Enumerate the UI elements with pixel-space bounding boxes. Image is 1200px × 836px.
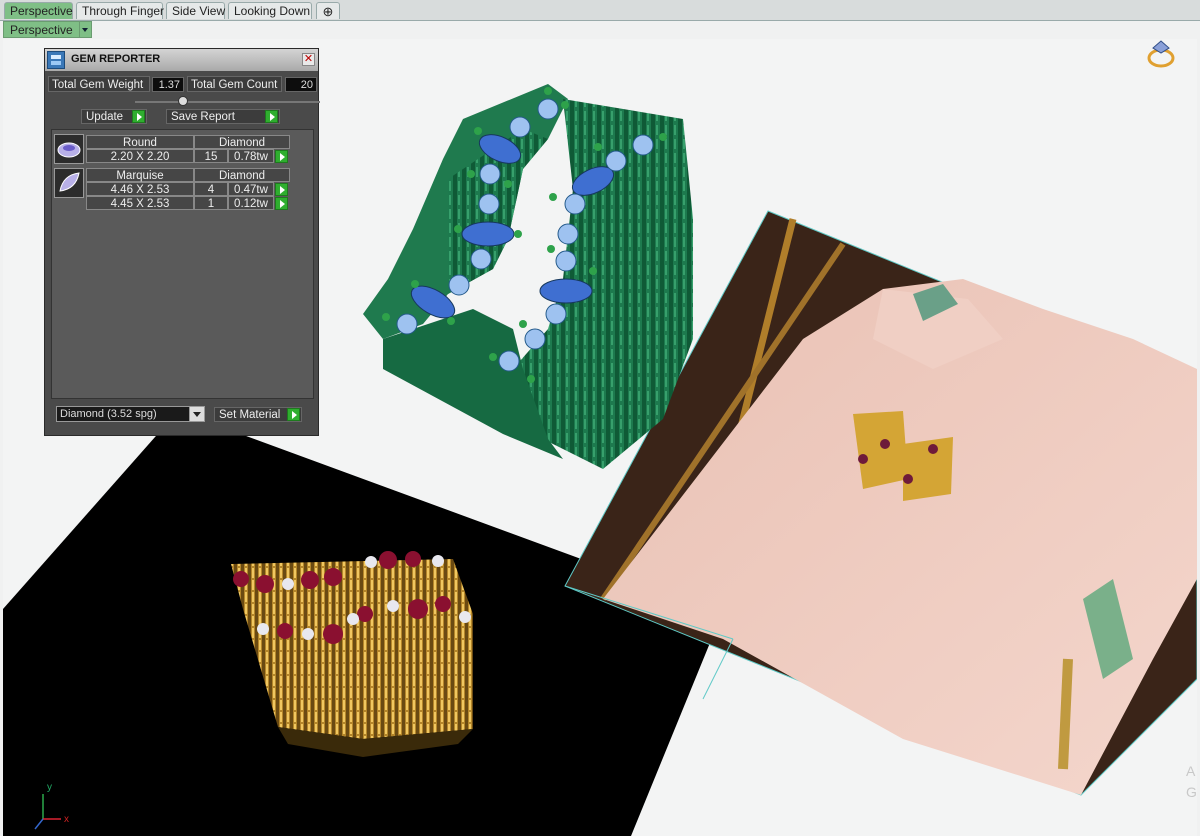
marquise-gem-thumbnail[interactable] — [54, 168, 84, 198]
gem-material: Diamond — [194, 168, 290, 182]
gem-weight: 0.78tw — [228, 149, 274, 163]
tab-side-view[interactable]: Side View — [166, 2, 225, 19]
gem-count: 4 — [194, 182, 228, 196]
view-dropdown[interactable]: Perspective — [3, 21, 80, 38]
gem-count: 1 — [194, 196, 228, 210]
select-gems-button[interactable] — [275, 150, 288, 163]
green-cad-ring-model — [363, 84, 693, 469]
update-button-label: Update — [86, 111, 124, 123]
save-report-button-label: Save Report — [171, 111, 235, 123]
total-gem-count-value: 20 — [285, 76, 317, 92]
gem-reporter-titlebar[interactable]: GEM REPORTER ✕ — [45, 49, 318, 71]
add-tab-button[interactable]: ⊕ — [316, 2, 340, 19]
slider-knob[interactable] — [178, 96, 188, 106]
select-gems-button[interactable] — [275, 197, 288, 210]
ring-preview-icon — [1147, 40, 1175, 68]
tab-perspective[interactable]: Perspective — [4, 2, 73, 19]
gem-size: 2.20 X 2.20 — [86, 149, 194, 163]
tab-through-finger[interactable]: Through Finger — [76, 2, 164, 19]
gem-shape-marquise: Marquise — [86, 168, 194, 182]
gem-size: 4.46 X 2.53 — [86, 182, 194, 196]
play-icon — [287, 408, 300, 421]
gem-count: 15 — [194, 149, 228, 163]
total-gem-weight-value: 1.37 — [152, 76, 184, 92]
gem-size: 4.45 X 2.53 — [86, 196, 194, 210]
axis-y-label: y — [47, 782, 52, 793]
select-gems-button[interactable] — [275, 183, 288, 196]
gem-weight: 0.47tw — [228, 182, 274, 196]
close-icon[interactable]: ✕ — [302, 53, 315, 66]
set-material-button-label: Set Material — [219, 409, 281, 421]
gem-reporter-logo-icon — [47, 51, 65, 69]
chevron-down-icon[interactable] — [189, 407, 204, 421]
material-select-value: Diamond (3.52 spg) — [60, 408, 157, 420]
play-icon — [132, 110, 145, 123]
round-gem-thumbnail[interactable] — [54, 134, 84, 164]
view-tab-bar: Perspective Through Finger Side View Loo… — [0, 0, 1200, 21]
gem-weight: 0.12tw — [228, 196, 274, 210]
update-button[interactable]: Update — [81, 109, 147, 124]
tab-looking-down[interactable]: Looking Down — [228, 2, 312, 19]
watermark-line-2: G — [1186, 784, 1197, 800]
gem-reporter-panel: GEM REPORTER ✕ Total Gem Weight 1.37 Tot… — [44, 48, 320, 436]
play-icon — [265, 110, 278, 123]
view-selector: Perspective — [3, 21, 92, 38]
watermark-line-1: A — [1186, 763, 1196, 779]
gem-shape-round: Round — [86, 135, 194, 149]
save-report-button[interactable]: Save Report — [166, 109, 280, 124]
gem-list: Round Diamond 2.20 X 2.20 15 0.78tw Marq… — [51, 129, 314, 399]
set-material-button[interactable]: Set Material — [214, 407, 302, 422]
axis-x-label: x — [64, 814, 69, 825]
chevron-down-icon[interactable] — [79, 21, 92, 38]
gem-material: Diamond — [194, 135, 290, 149]
total-gem-weight-label: Total Gem Weight — [48, 76, 150, 92]
plus-icon: ⊕ — [322, 4, 334, 19]
gem-reporter-title: GEM REPORTER — [71, 53, 161, 65]
material-select[interactable]: Diamond (3.52 spg) — [56, 406, 205, 422]
total-gem-count-label: Total Gem Count — [187, 76, 282, 92]
panel-divider-slider — [135, 101, 320, 103]
